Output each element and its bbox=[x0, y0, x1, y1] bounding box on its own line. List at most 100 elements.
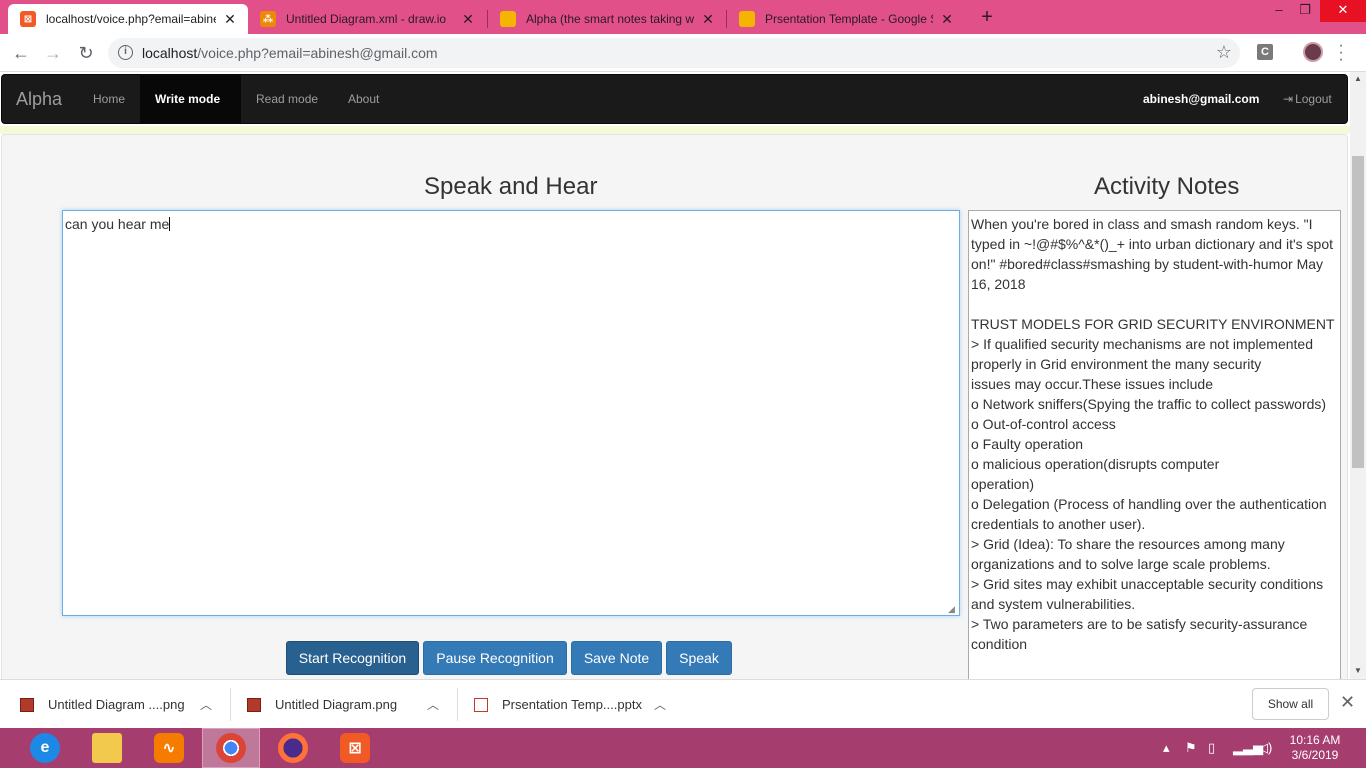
close-tab-icon[interactable]: ✕ bbox=[939, 11, 955, 28]
reload-icon[interactable]: ↻ bbox=[73, 41, 99, 65]
chevron-up-icon[interactable]: ︿ bbox=[200, 696, 212, 713]
log-in-icon: ⇥ bbox=[1283, 92, 1294, 106]
pptx-file-icon bbox=[474, 697, 488, 712]
activity-notes-box[interactable]: When you're bored in class and smash ran… bbox=[968, 210, 1341, 679]
logout-link[interactable]: ⇥ Logout bbox=[1283, 75, 1332, 123]
scroll-up-icon[interactable]: ▲ bbox=[1350, 72, 1366, 86]
url-host: localhost bbox=[142, 45, 198, 61]
taskbar-explorer[interactable] bbox=[78, 728, 136, 768]
chrome-icon bbox=[216, 733, 246, 763]
show-all-button[interactable]: Show all bbox=[1252, 688, 1329, 720]
download-separator bbox=[230, 688, 231, 721]
xampp-icon: ⊠ bbox=[340, 733, 370, 763]
forward-icon[interactable]: → bbox=[40, 41, 66, 65]
nav-read-mode[interactable]: Read mode bbox=[241, 75, 333, 123]
user-email[interactable]: abinesh@gmail.com bbox=[1143, 75, 1259, 123]
menu-kebab-icon[interactable]: · · · bbox=[1336, 38, 1346, 68]
speak-button[interactable]: Speak bbox=[666, 641, 732, 675]
taskbar-chrome[interactable] bbox=[202, 728, 260, 768]
tab-voice[interactable]: ⊠ localhost/voice.php?email=abinesh@gmai… bbox=[8, 4, 248, 34]
info-icon[interactable]: i bbox=[118, 45, 133, 60]
note-line: > If qualified security mechanisms are n… bbox=[971, 336, 1313, 372]
download-item[interactable]: Untitled Diagram ....png ︿ bbox=[20, 680, 212, 729]
clock-date: 3/6/2019 bbox=[1291, 748, 1339, 762]
download-item[interactable]: Untitled Diagram.png ︿ bbox=[247, 680, 439, 729]
bookmark-star-icon[interactable]: ☆ bbox=[1216, 42, 1232, 63]
note-line: When you're bored in class and smash ran… bbox=[971, 216, 1333, 292]
close-tab-icon[interactable]: ✕ bbox=[700, 11, 716, 28]
tab-drawio[interactable]: ⁂ Untitled Diagram.xml - draw.io ✕ bbox=[248, 4, 486, 34]
chevron-up-icon[interactable]: ︿ bbox=[654, 696, 666, 713]
nav-write-mode[interactable]: Write mode bbox=[140, 75, 241, 150]
speak-title: Speak and Hear bbox=[424, 173, 598, 200]
downloads-shelf: Untitled Diagram ....png ︿ Untitled Diag… bbox=[0, 679, 1366, 728]
note-line: > Grid sites may exhibit unacceptable se… bbox=[971, 576, 1324, 612]
scrollbar-thumb[interactable] bbox=[1352, 156, 1364, 468]
speech-textarea[interactable]: can you hear me bbox=[62, 210, 960, 616]
new-tab-button[interactable]: + bbox=[976, 5, 998, 29]
battery-icon[interactable]: ▯ bbox=[1208, 728, 1215, 768]
note-line: o Faulty operation bbox=[971, 436, 1084, 452]
browser-tabstrip: ⊠ localhost/voice.php?email=abinesh@gmai… bbox=[0, 0, 1366, 34]
omnibox[interactable]: i localhost/voice.php?email=abinesh@gmai… bbox=[108, 38, 1240, 68]
download-name: Untitled Diagram.png bbox=[275, 697, 398, 712]
taskbar-firefox[interactable] bbox=[264, 728, 322, 768]
file-explorer-icon bbox=[92, 733, 122, 763]
slides-icon bbox=[739, 11, 755, 27]
note-gap bbox=[971, 294, 1338, 314]
note-line: operation) bbox=[971, 476, 1035, 492]
taskbar-xampp[interactable]: ⊠ bbox=[326, 728, 384, 768]
url-path: /voice.php?email=abinesh@gmail.com bbox=[197, 45, 438, 61]
xampp-icon: ⊠ bbox=[20, 11, 36, 27]
close-tab-icon[interactable]: ✕ bbox=[460, 11, 476, 28]
highlight-strip bbox=[0, 126, 1350, 134]
image-file-icon bbox=[247, 697, 261, 712]
nav-write-mode-label: Write mode bbox=[155, 92, 221, 106]
text-cursor bbox=[169, 217, 171, 231]
nav-about[interactable]: About bbox=[333, 75, 394, 123]
taskbar-clock[interactable]: 10:16 AM 3/6/2019 bbox=[1280, 733, 1350, 763]
extension-icon[interactable]: C bbox=[1257, 44, 1273, 60]
firefox-icon bbox=[278, 733, 308, 763]
save-note-button[interactable]: Save Note bbox=[571, 641, 662, 675]
resize-grip-icon[interactable]: ◢ bbox=[948, 604, 958, 614]
taskbar-ie[interactable]: e bbox=[16, 728, 74, 768]
download-item[interactable]: Prsentation Temp....pptx ︿ bbox=[474, 680, 666, 729]
url-text[interactable]: localhost/voice.php?email=abinesh@gmail.… bbox=[142, 45, 438, 61]
show-hidden-icons[interactable]: ▴ bbox=[1163, 728, 1170, 768]
note-line: o malicious operation(disrupts computer bbox=[971, 456, 1220, 472]
close-tab-icon[interactable]: ✕ bbox=[222, 11, 238, 28]
volume-icon[interactable]: ◁) bbox=[1258, 728, 1272, 768]
close-shelf-icon[interactable]: ✕ bbox=[1340, 692, 1355, 713]
tab-title: Alpha (the smart notes taking web bbox=[526, 12, 694, 26]
scroll-down-icon[interactable]: ▼ bbox=[1350, 664, 1366, 678]
tab-title: Untitled Diagram.xml - draw.io bbox=[286, 12, 447, 26]
maximize-button[interactable]: ❐ bbox=[1290, 0, 1320, 22]
page-viewport: Alpha Home Write mode Read mode About ab… bbox=[0, 72, 1350, 679]
notes-title: Activity Notes bbox=[1094, 173, 1240, 200]
note-line: TRUST MODELS FOR GRID SECURITY ENVIRONME… bbox=[971, 316, 1335, 332]
profile-avatar[interactable] bbox=[1303, 42, 1323, 62]
chevron-up-icon[interactable]: ︿ bbox=[427, 696, 439, 713]
taskbar-uc[interactable]: ∿ bbox=[140, 728, 198, 768]
tab-presentation[interactable]: Prsentation Template - Google Sl ✕ bbox=[727, 4, 965, 34]
download-separator bbox=[457, 688, 458, 721]
uc-browser-icon: ∿ bbox=[154, 733, 184, 763]
internet-explorer-icon: e bbox=[30, 733, 60, 763]
tab-alpha[interactable]: Alpha (the smart notes taking web ✕ bbox=[488, 4, 726, 34]
app-navbar: Alpha Home Write mode Read mode About ab… bbox=[1, 74, 1348, 150]
note-line: > Two parameters are to be satisfy secur… bbox=[971, 616, 1308, 652]
drawio-icon: ⁂ bbox=[260, 11, 276, 27]
page-scrollbar[interactable]: ▲ ▼ bbox=[1350, 72, 1366, 679]
back-icon[interactable]: ← bbox=[8, 41, 34, 65]
tab-title: localhost/voice.php?email=abinesh@gmail.… bbox=[46, 12, 216, 26]
pause-recognition-button[interactable]: Pause Recognition bbox=[423, 641, 567, 675]
flag-icon[interactable]: ⚑ bbox=[1185, 728, 1197, 768]
brand-logo[interactable]: Alpha bbox=[16, 89, 62, 110]
note-line: > Grid (Idea): To share the resources am… bbox=[971, 536, 1285, 572]
start-recognition-button[interactable]: Start Recognition bbox=[286, 641, 419, 675]
close-window-button[interactable]: ✕ bbox=[1320, 0, 1366, 22]
nav-home[interactable]: Home bbox=[78, 75, 140, 123]
note-line: issues may occur.These issues include bbox=[971, 376, 1213, 392]
clock-time: 10:16 AM bbox=[1289, 733, 1341, 747]
